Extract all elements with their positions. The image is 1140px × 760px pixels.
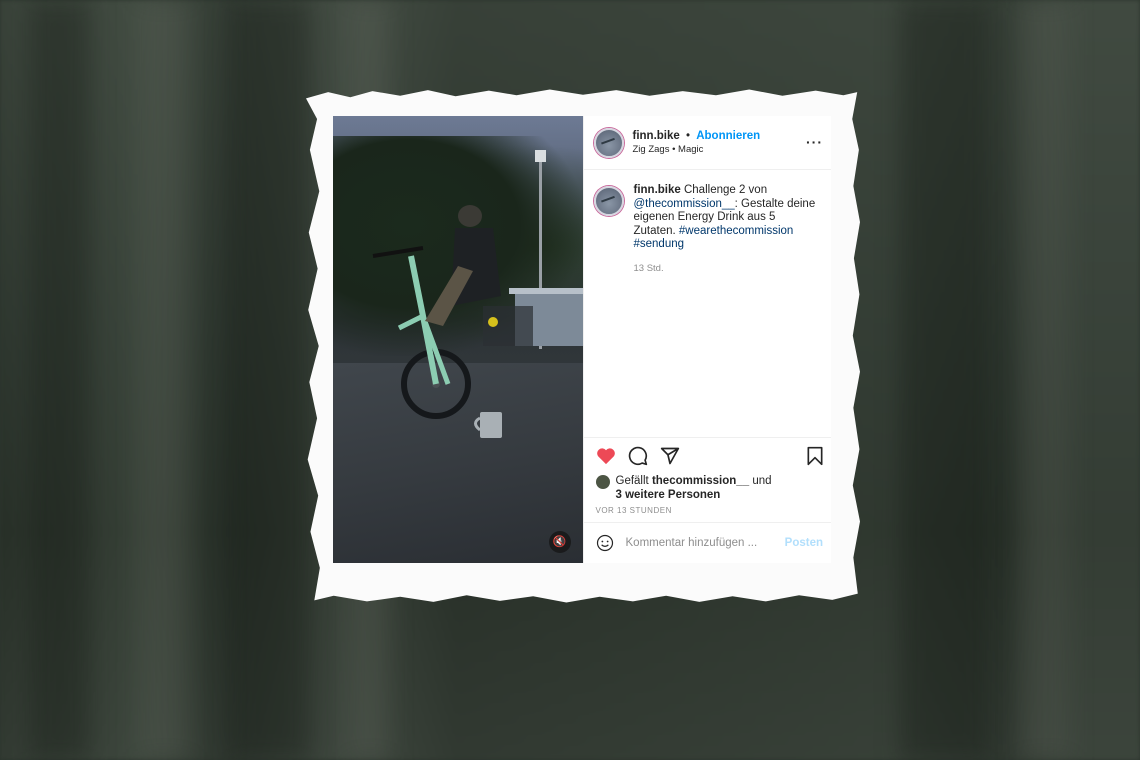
rider-head — [458, 205, 482, 227]
caption-body: finn.bike Challenge 2 von @thecommission… — [634, 184, 819, 437]
likes-prefix: Gefällt — [615, 475, 649, 487]
background-tree — [1020, 0, 1070, 760]
bike-handlebar — [372, 246, 424, 258]
caption-text: Challenge 2 von — [683, 184, 768, 196]
caption-timestamp[interactable]: 13 Std. — [634, 262, 819, 276]
background-tree — [900, 0, 990, 760]
background-tree — [230, 0, 310, 760]
emoji-icon[interactable] — [596, 534, 614, 552]
likes-and: und — [752, 475, 772, 487]
mute-icon[interactable]: 🔇 — [548, 531, 571, 553]
post-sidebar: finn.bike • Abonnieren Zig Zags • Magic … — [582, 116, 832, 563]
bookmark-icon[interactable] — [806, 446, 824, 466]
likes-summary: Gefällt thecommission__ und 3 weitere Pe… — [595, 474, 832, 502]
caption-section: finn.bike Challenge 2 von @thecommission… — [584, 170, 832, 437]
caption-username[interactable]: finn.bike — [634, 184, 681, 196]
building-roof — [509, 288, 583, 294]
background-tree — [30, 0, 90, 760]
comment-icon[interactable] — [628, 446, 648, 466]
follow-button[interactable]: Abonnieren — [696, 130, 760, 142]
video-scene — [372, 150, 583, 438]
mug-handle — [474, 416, 481, 432]
action-icons — [596, 438, 832, 474]
user-avatar[interactable] — [593, 127, 624, 158]
separator-dot: • — [685, 130, 691, 142]
liker-avatar[interactable] — [595, 475, 610, 489]
hashtag-link[interactable]: #wearethecommission — [679, 225, 793, 237]
mention-link[interactable]: @thecommission__ — [634, 198, 735, 210]
caption-avatar[interactable] — [593, 186, 624, 216]
hashtag-link[interactable]: #sendung — [634, 238, 685, 250]
lamp-head — [535, 150, 546, 162]
header-text: finn.bike • Abonnieren Zig Zags • Magic — [633, 130, 761, 155]
post-header: finn.bike • Abonnieren Zig Zags • Magic … — [583, 116, 831, 170]
music-info[interactable]: Zig Zags • Magic — [633, 144, 761, 155]
mug — [480, 412, 502, 438]
background-tree — [140, 0, 190, 760]
post-video[interactable]: 🔇 — [333, 116, 583, 563]
action-bar: Gefällt thecommission__ und 3 weitere Pe… — [583, 437, 832, 522]
heart-icon[interactable] — [596, 447, 616, 465]
post-comment-button[interactable]: Posten — [785, 537, 823, 549]
share-icon[interactable] — [660, 446, 680, 466]
liker-username[interactable]: thecommission__ — [652, 475, 749, 487]
comment-bar: Kommentar hinzufügen ... Posten — [583, 522, 831, 563]
comment-input[interactable]: Kommentar hinzufügen ... — [626, 537, 785, 549]
instagram-post: 🔇 finn.bike • Abonnieren Zig Zags • Magi… — [333, 116, 831, 563]
more-icon[interactable]: ··· — [806, 134, 823, 150]
username-link[interactable]: finn.bike — [633, 130, 680, 142]
other-likers-link[interactable]: 3 weitere Personen — [616, 489, 721, 501]
likes-text: Gefällt thecommission__ und 3 weitere Pe… — [616, 474, 772, 502]
post-timestamp[interactable]: VOR 13 STUNDEN — [596, 506, 832, 515]
lemon — [488, 317, 498, 327]
